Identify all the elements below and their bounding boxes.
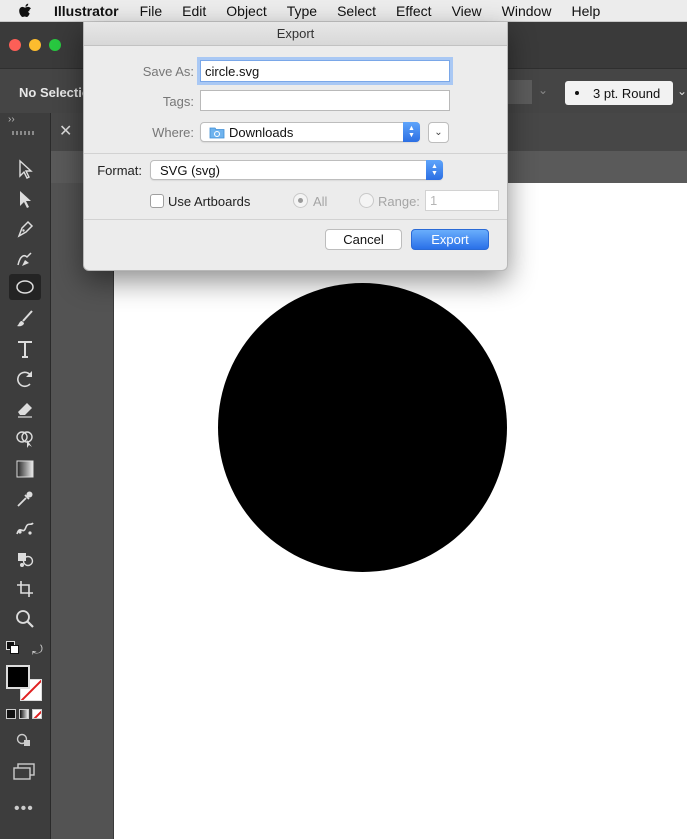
- window-close-button[interactable]: [9, 39, 21, 51]
- brush-dot-icon: [575, 91, 579, 95]
- popup-stepper-icon: ▲ ▼: [403, 122, 420, 142]
- stroke-weight-field[interactable]: [505, 80, 532, 104]
- format-label: Format:: [97, 163, 142, 178]
- window-minimize-button[interactable]: [29, 39, 41, 51]
- menu-bar: Illustrator File Edit Object Type Select…: [0, 0, 687, 22]
- menu-help[interactable]: Help: [571, 3, 600, 19]
- screen-mode-icon[interactable]: [12, 762, 36, 780]
- panel-grip-handle[interactable]: [12, 131, 36, 135]
- blend-icon: [16, 522, 34, 535]
- cancel-button[interactable]: Cancel: [325, 229, 402, 250]
- menu-view[interactable]: View: [452, 3, 482, 19]
- type-icon: [18, 341, 32, 358]
- dialog-title: Export: [84, 22, 507, 46]
- apple-menu-icon[interactable]: [18, 3, 32, 19]
- chevron-down-icon[interactable]: ⌄: [677, 84, 687, 98]
- save-as-field[interactable]: [200, 60, 450, 82]
- range-label: Range:: [378, 194, 420, 209]
- rotate-icon: [17, 371, 32, 388]
- none-mode-icon[interactable]: [32, 709, 42, 719]
- curvature-tool[interactable]: [9, 246, 41, 272]
- use-artboards-checkbox[interactable]: [150, 194, 164, 208]
- gradient-tool[interactable]: [9, 456, 41, 482]
- collapse-panel-icon[interactable]: ››: [8, 114, 15, 125]
- swap-colors-icon[interactable]: ⤾: [32, 642, 43, 658]
- range-radio[interactable]: [359, 193, 374, 208]
- symbol-sprayer-tool[interactable]: [9, 546, 41, 572]
- where-label: Where:: [152, 125, 194, 140]
- folder-icon: [209, 126, 225, 139]
- artboard-icon: [17, 581, 33, 597]
- menu-edit[interactable]: Edit: [182, 3, 206, 19]
- menu-type[interactable]: Type: [287, 3, 317, 19]
- eyedropper-icon: [17, 491, 33, 507]
- color-mode-buttons: [6, 709, 42, 719]
- curvature-pen-icon: [17, 252, 32, 266]
- tools-panel: ›› ⤾ •••: [0, 113, 51, 839]
- zoom-icon: [16, 610, 34, 628]
- menu-object[interactable]: Object: [226, 3, 266, 19]
- tags-field[interactable]: [200, 90, 450, 111]
- menu-file[interactable]: File: [140, 3, 163, 19]
- paintbrush-tool[interactable]: [9, 306, 41, 332]
- ellipse-icon: [16, 280, 34, 294]
- selection-arrow-icon: [19, 159, 33, 179]
- selection-status: No Selectio: [19, 85, 90, 100]
- shape-builder-tool[interactable]: [9, 426, 41, 452]
- fill-swatch[interactable]: [6, 665, 30, 689]
- circle-artwork[interactable]: [218, 283, 507, 572]
- direct-selection-arrow-icon: [20, 191, 31, 208]
- gradient-mode-icon[interactable]: [19, 709, 29, 719]
- range-field[interactable]: [425, 190, 499, 211]
- more-tools-icon[interactable]: •••: [14, 800, 34, 818]
- expand-browser-button[interactable]: ⌄: [428, 122, 449, 143]
- where-dropdown[interactable]: Downloads ▲ ▼: [200, 122, 420, 142]
- symbol-sprayer-icon: [18, 553, 34, 567]
- export-dialog: Export Save As: Tags: Where: Downloads ▲…: [83, 22, 508, 271]
- eraser-icon: [18, 403, 32, 418]
- type-tool[interactable]: [9, 336, 41, 362]
- where-value: Downloads: [229, 124, 294, 140]
- format-dropdown[interactable]: SVG (svg) ▲ ▼: [150, 160, 443, 180]
- format-value: SVG (svg): [160, 162, 220, 178]
- all-radio[interactable]: [293, 193, 308, 208]
- save-as-label: Save As:: [142, 64, 194, 79]
- separator: [84, 219, 507, 220]
- zoom-tool[interactable]: [9, 606, 41, 632]
- paintbrush-icon: [17, 310, 33, 327]
- use-artboards-label[interactable]: Use Artboards: [168, 194, 250, 209]
- draw-mode-icon[interactable]: [15, 732, 35, 748]
- blend-tool[interactable]: [9, 516, 41, 542]
- menu-window[interactable]: Window: [502, 3, 552, 19]
- brush-definition-label: 3 pt. Round: [593, 85, 661, 101]
- direct-selection-tool[interactable]: [9, 186, 41, 212]
- fill-stroke-swatches[interactable]: [6, 665, 44, 703]
- brush-definition-dropdown[interactable]: 3 pt. Round: [565, 81, 673, 105]
- pen-tool[interactable]: [9, 216, 41, 242]
- close-document-icon[interactable]: ✕: [59, 121, 72, 141]
- tags-label: Tags:: [162, 94, 194, 109]
- menu-select[interactable]: Select: [337, 3, 376, 19]
- export-button[interactable]: Export: [411, 229, 489, 250]
- color-mode-icon[interactable]: [6, 709, 16, 719]
- rotate-tool[interactable]: [9, 366, 41, 392]
- menu-effect[interactable]: Effect: [396, 3, 432, 19]
- pen-icon: [17, 220, 34, 238]
- all-label: All: [313, 194, 328, 209]
- eyedropper-tool[interactable]: [9, 486, 41, 512]
- gradient-icon: [16, 460, 34, 478]
- shape-builder-icon: [16, 431, 33, 448]
- menu-app-name[interactable]: Illustrator: [54, 3, 119, 19]
- eraser-tool[interactable]: [9, 396, 41, 422]
- artboard-tool[interactable]: [9, 576, 41, 602]
- selection-tool[interactable]: [9, 156, 41, 182]
- separator: [84, 153, 507, 154]
- default-colors-icon[interactable]: [6, 641, 20, 655]
- ellipse-tool[interactable]: [9, 274, 41, 300]
- window-maximize-button[interactable]: [49, 39, 61, 51]
- chevron-down-icon[interactable]: ⌄: [538, 83, 548, 97]
- popup-stepper-icon: ▲ ▼: [426, 160, 443, 180]
